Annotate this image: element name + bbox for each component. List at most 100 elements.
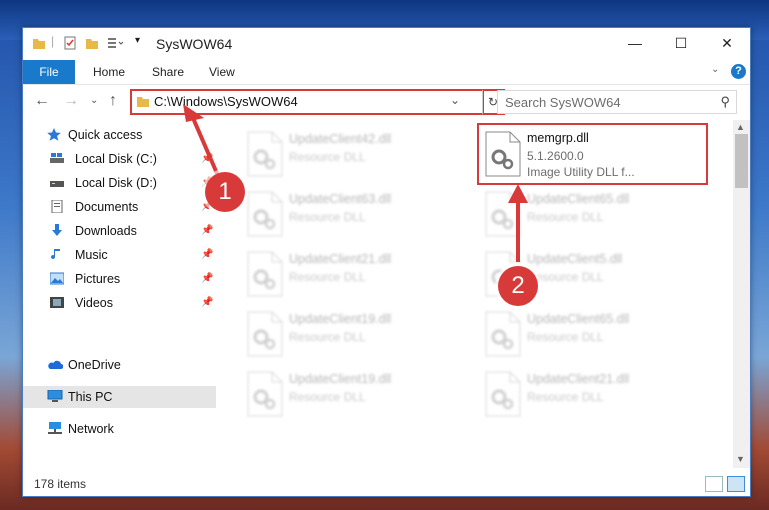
address-dropdown-icon[interactable]: ⌄ bbox=[450, 93, 460, 107]
pin-icon: 📌 bbox=[201, 297, 214, 308]
explorer-window: | ▾ SysWOW64 — ☐ ✕ File Home Share View … bbox=[22, 27, 751, 497]
file-name: UpdateClient19.dll bbox=[289, 312, 392, 326]
recent-locations-icon[interactable]: ⌄ bbox=[90, 95, 98, 106]
minimize-button[interactable]: — bbox=[612, 28, 658, 60]
sidebar-item-documents[interactable]: Documents 📌 bbox=[23, 196, 216, 218]
properties-icon[interactable] bbox=[63, 36, 77, 50]
close-button[interactable]: ✕ bbox=[704, 28, 750, 60]
help-icon[interactable]: ? bbox=[731, 64, 746, 79]
folder-icon bbox=[137, 97, 149, 107]
quick-access-dropdown-icon[interactable]: ▾ bbox=[135, 35, 140, 46]
file-item[interactable]: UpdateClient5.dll Resource DLL bbox=[459, 246, 689, 304]
details-view-icon[interactable] bbox=[705, 476, 723, 492]
address-field[interactable]: C:\Windows\SysWOW64 ⌄ bbox=[130, 89, 484, 115]
sidebar-item-label: Pictures bbox=[75, 272, 121, 286]
file-type: Resource DLL bbox=[289, 270, 366, 284]
file-item[interactable]: UpdateClient21.dll Resource DLL bbox=[221, 246, 451, 304]
vertical-scrollbar[interactable]: ▲ ▼ bbox=[733, 120, 750, 468]
pin-icon: 📌 bbox=[201, 225, 214, 236]
search-input[interactable]: Search SysWOW64 ⚲ bbox=[497, 90, 737, 114]
tab-file[interactable]: File bbox=[23, 60, 75, 84]
file-item[interactable]: UpdateClient63.dll Resource DLL bbox=[221, 186, 451, 244]
pictures-icon bbox=[50, 272, 64, 285]
sidebar-item-label: Network bbox=[68, 422, 114, 436]
sidebar-item-downloads[interactable]: Downloads 📌 bbox=[23, 220, 216, 242]
dll-file-icon bbox=[485, 191, 521, 237]
file-type: Resource DLL bbox=[527, 210, 604, 224]
file-name: UpdateClient42.dll bbox=[289, 132, 392, 146]
scroll-thumb[interactable] bbox=[735, 134, 748, 188]
documents-icon bbox=[51, 200, 63, 213]
dll-file-icon bbox=[247, 371, 283, 417]
sidebar-item-label: Music bbox=[75, 248, 108, 262]
new-folder-icon[interactable] bbox=[85, 36, 99, 50]
file-name: UpdateClient63.dll bbox=[289, 192, 392, 206]
file-type: Resource DLL bbox=[289, 390, 366, 404]
large-icons-view-icon[interactable] bbox=[727, 476, 745, 492]
dll-file-icon bbox=[247, 311, 283, 357]
file-type: Resource DLL bbox=[527, 390, 604, 404]
file-item[interactable]: UpdateClient19.dll Resource DLL bbox=[221, 366, 451, 424]
videos-icon bbox=[50, 297, 64, 308]
separator: | bbox=[51, 34, 55, 48]
address-row: ← → ⌄ ↑ C:\Windows\SysWOW64 ⌄ ↻ Search S… bbox=[23, 85, 750, 119]
sidebar-item-quick-access[interactable]: Quick access bbox=[23, 124, 216, 146]
sidebar-item-label: Downloads bbox=[75, 224, 137, 238]
dll-file-icon bbox=[485, 311, 521, 357]
search-placeholder: Search SysWOW64 bbox=[505, 95, 621, 110]
item-count: 178 items bbox=[34, 477, 87, 491]
sidebar-item-videos[interactable]: Videos 📌 bbox=[23, 292, 216, 314]
star-icon bbox=[47, 128, 61, 141]
back-button[interactable]: ← bbox=[34, 92, 50, 110]
sidebar-item-local-disk-d[interactable]: Local Disk (D:) 📌 bbox=[23, 172, 216, 194]
navigation-pane: Quick access Local Disk (C:) 📌 Local Dis… bbox=[23, 120, 216, 468]
file-item[interactable]: UpdateClient19.dll Resource DLL bbox=[221, 306, 451, 364]
file-item[interactable]: UpdateClient42.dll Resource DLL bbox=[221, 126, 451, 184]
sidebar-item-network[interactable]: Network bbox=[23, 418, 216, 440]
file-type: Resource DLL bbox=[289, 150, 366, 164]
tab-view[interactable]: View bbox=[209, 60, 235, 84]
callout-badge-1: 1 bbox=[205, 172, 245, 212]
sidebar-item-this-pc[interactable]: This PC bbox=[23, 386, 216, 408]
file-name: UpdateClient65.dll bbox=[527, 192, 630, 206]
music-icon bbox=[51, 249, 60, 260]
file-name: UpdateClient21.dll bbox=[527, 372, 630, 386]
file-type: Resource DLL bbox=[289, 330, 366, 344]
sidebar-item-onedrive[interactable]: OneDrive bbox=[23, 354, 216, 376]
file-item[interactable]: UpdateClient21.dll Resource DLL bbox=[459, 366, 689, 424]
file-name: UpdateClient19.dll bbox=[289, 372, 392, 386]
forward-button[interactable]: → bbox=[63, 92, 79, 110]
sidebar-item-label: Local Disk (C:) bbox=[75, 152, 157, 166]
drive-icon bbox=[50, 181, 64, 187]
maximize-button[interactable]: ☐ bbox=[658, 28, 704, 60]
scroll-up-icon[interactable]: ▲ bbox=[736, 122, 745, 132]
ribbon-tabs: File Home Share View ⌄ ? bbox=[23, 60, 750, 85]
customize-toolbar-icon[interactable] bbox=[107, 36, 125, 50]
sidebar-item-label: Videos bbox=[75, 296, 113, 310]
tab-home[interactable]: Home bbox=[93, 60, 125, 84]
sidebar-item-label: Local Disk (D:) bbox=[75, 176, 157, 190]
sidebar-item-label: Quick access bbox=[68, 128, 143, 142]
pin-icon: 📌 bbox=[201, 249, 214, 260]
scroll-down-icon[interactable]: ▼ bbox=[736, 454, 745, 464]
dll-file-icon bbox=[247, 251, 283, 297]
onedrive-icon bbox=[48, 360, 63, 369]
file-item[interactable]: UpdateClient65.dll Resource DLL bbox=[459, 186, 689, 244]
sidebar-item-music[interactable]: Music 📌 bbox=[23, 244, 216, 266]
sidebar-item-pictures[interactable]: Pictures 📌 bbox=[23, 268, 216, 290]
file-name: UpdateClient65.dll bbox=[527, 312, 630, 326]
sidebar-item-label: This PC bbox=[68, 390, 113, 404]
tab-share[interactable]: Share bbox=[152, 60, 184, 84]
file-item[interactable]: UpdateClient65.dll Resource DLL bbox=[459, 306, 689, 364]
expand-ribbon-icon[interactable]: ⌄ bbox=[711, 64, 719, 75]
status-bar: 178 items bbox=[23, 472, 750, 496]
file-name: UpdateClient5.dll bbox=[527, 252, 623, 266]
up-button[interactable]: ↑ bbox=[109, 92, 117, 110]
sidebar-item-label: OneDrive bbox=[68, 358, 121, 372]
sidebar-item-local-disk-c[interactable]: Local Disk (C:) 📌 bbox=[23, 148, 216, 170]
file-type: Resource DLL bbox=[527, 270, 604, 284]
dll-file-icon bbox=[485, 371, 521, 417]
drive-icon bbox=[50, 153, 64, 163]
pc-icon bbox=[47, 390, 63, 402]
highlight-box-memgrp bbox=[477, 123, 708, 185]
